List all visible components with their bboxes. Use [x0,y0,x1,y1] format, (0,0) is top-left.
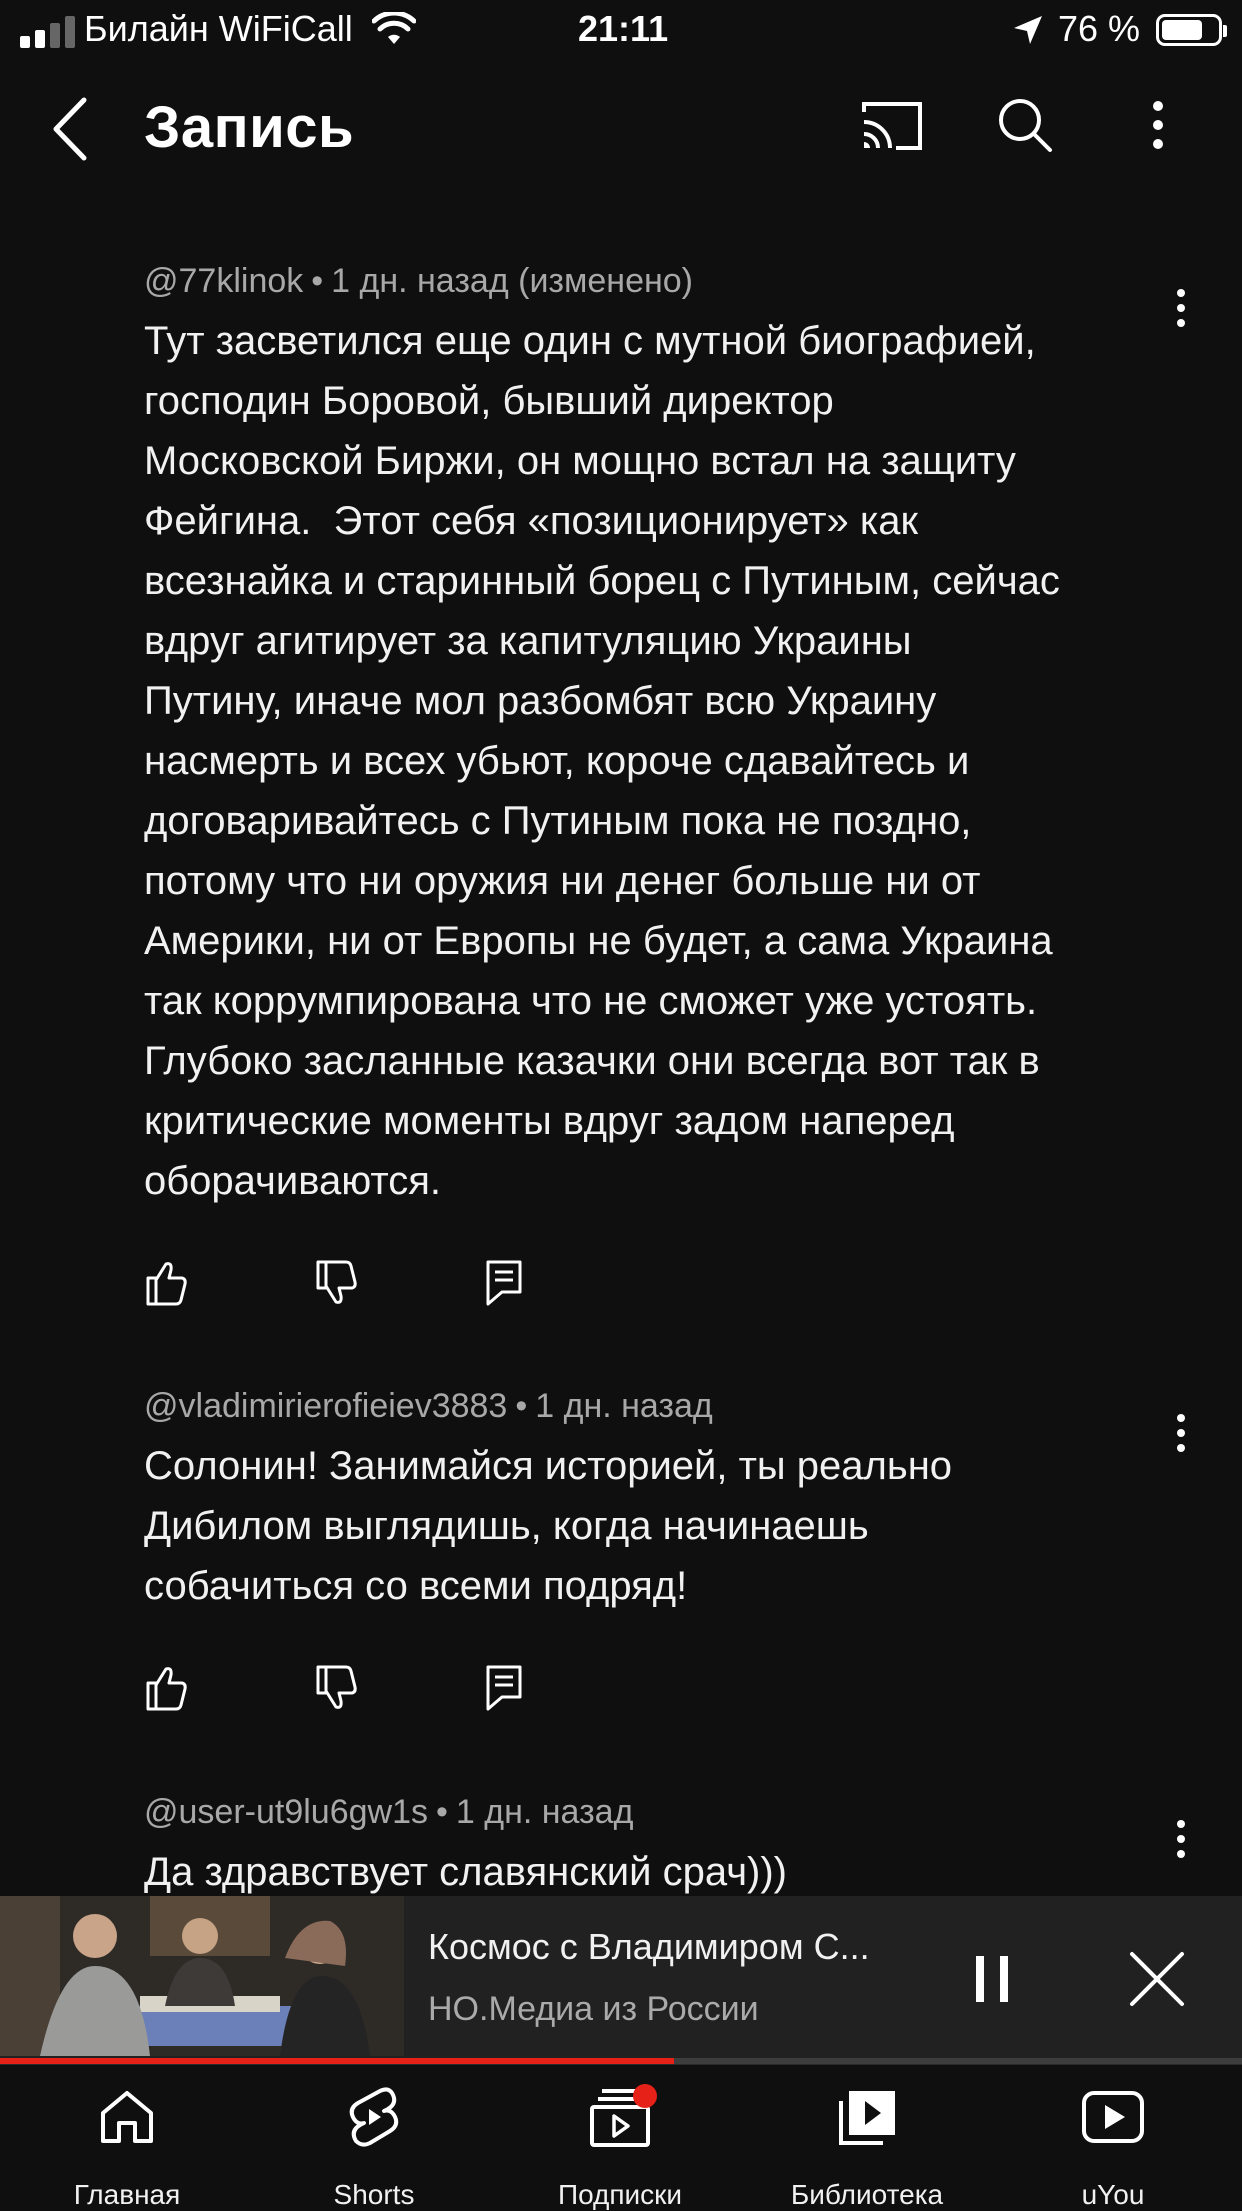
like-icon[interactable] [144,1663,314,1713]
nav-item-shorts[interactable]: Shorts [250,2065,498,2210]
comment-text: Солонин! Занимайся историей, ты реально … [144,1444,953,1608]
reply-icon[interactable] [484,1258,654,1308]
nav-label: Подписки [557,2179,683,2210]
comment-item: @77klinok • 1 дн. назад (изменено) Тут зас… [144,262,1185,1306]
carrier-label: Билайн WiFiCall [84,8,353,49]
clock: 21:11 [578,8,669,49]
location-arrow-icon [1014,16,1042,44]
comment-actions [144,1663,654,1713]
comment-text: Тут засветился еще один с мутной биограф… [144,319,1060,1203]
comment-author[interactable]: @vladimirierofieiev3883 [144,1387,507,1425]
nav-label: uYou [1081,2179,1145,2210]
comment-time: 1 дн. назад [455,1793,634,1831]
comment-meta: @vladimirierofieiev3883 • 1 дн. назад [144,1387,713,1425]
mini-player-title[interactable]: Космос с Владимиром С... [428,1926,870,1968]
nav-item-library[interactable]: Библиотека [743,2065,991,2210]
home-icon [101,2091,153,2143]
search-icon[interactable] [996,96,1054,154]
mini-player-channel: НО.Медиа из России [428,1990,759,2028]
like-icon[interactable] [144,1258,314,1308]
signal-icon [20,14,75,48]
page-title: Запись [144,95,355,160]
close-icon[interactable] [1128,1950,1186,2008]
pause-icon[interactable] [972,1954,1012,2004]
nav-label: Библиотека [790,2179,944,2210]
comment-text: Да здравствует славянский срач))) [144,1850,787,1894]
back-icon[interactable] [48,96,92,162]
wifi-icon [372,12,416,44]
battery-icon [1156,14,1227,46]
uyou-icon [1082,2091,1144,2143]
comment-actions [144,1258,654,1308]
shorts-icon [349,2087,399,2147]
notification-dot-icon [633,2084,657,2108]
nav-item-subscriptions[interactable]: Подписки [496,2065,744,2210]
battery-percent: 76 % [1058,8,1141,49]
comment-time: 1 дн. назад [535,1387,713,1425]
dislike-icon[interactable] [314,1663,484,1713]
comment-item: @vladimirierofieiev3883 • 1 дн. назад Соло… [144,1387,1185,1711]
comment-time: 1 дн. назад (изменено) [331,262,694,300]
comment-item: @user-ut9lu6gw1s • 1 дн. назад Да здравств… [144,1793,1185,1902]
cast-icon[interactable] [860,100,924,152]
comment-author[interactable]: @77klinok [144,262,303,300]
reply-icon[interactable] [484,1663,654,1713]
status-bar: Билайн WiFiCall 21:11 76 % [0,0,1242,64]
library-icon [839,2091,895,2145]
nav-label: Главная [73,2179,181,2210]
nav-item-uyou[interactable]: uYou [989,2065,1237,2210]
comment-author[interactable]: @user-ut9lu6gw1s [144,1793,428,1831]
mini-player[interactable]: Космос с Владимиром С... НО.Медиа из Рос… [0,1896,1242,2062]
comment-meta: @user-ut9lu6gw1s • 1 дн. назад [144,1793,634,1831]
video-thumbnail[interactable] [0,1896,404,2056]
bottom-nav: Главная Shorts Подписки Библиотека uYou [0,2064,1242,2210]
more-vert-icon[interactable] [1148,100,1168,150]
dislike-icon[interactable] [314,1258,484,1308]
more-vert-icon[interactable] [1176,1413,1186,1453]
more-vert-icon[interactable] [1176,288,1186,328]
more-vert-icon[interactable] [1176,1819,1186,1859]
nav-label: Shorts [333,2179,415,2210]
app-header: Запись [0,70,1242,190]
nav-item-home[interactable]: Главная [3,2065,251,2210]
comment-meta: @77klinok • 1 дн. назад (изменено) [144,262,694,300]
